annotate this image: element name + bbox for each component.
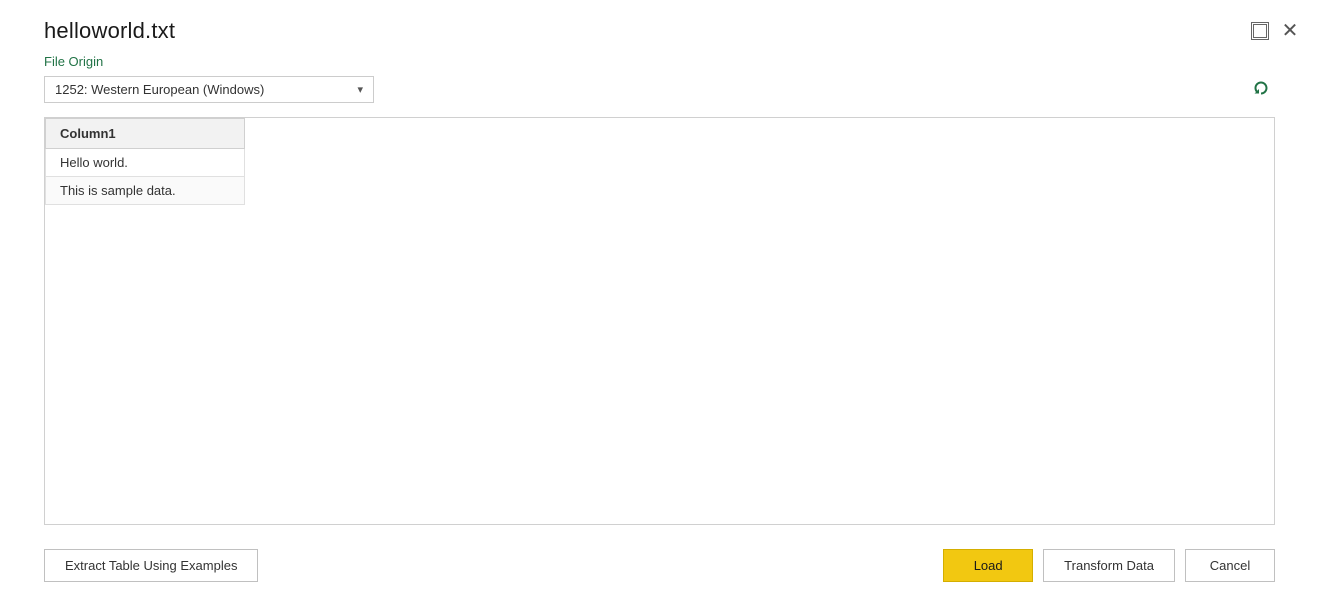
data-table: Column1 Hello world.This is sample data. <box>45 118 245 205</box>
maximize-button[interactable] <box>1251 22 1269 40</box>
file-origin-dropdown[interactable]: 1252: Western European (Windows) ▾ <box>44 76 374 103</box>
footer-left: Extract Table Using Examples <box>44 549 258 582</box>
footer: Extract Table Using Examples Load Transf… <box>0 539 1319 600</box>
load-button[interactable]: Load <box>943 549 1033 582</box>
refresh-icon <box>1250 78 1272 100</box>
cancel-button[interactable]: Cancel <box>1185 549 1275 582</box>
file-origin-label: File Origin <box>44 54 1275 69</box>
maximize-icon <box>1253 24 1267 38</box>
column1-header: Column1 <box>46 119 245 149</box>
table-row: This is sample data. <box>46 177 245 205</box>
footer-right: Load Transform Data Cancel <box>943 549 1275 582</box>
data-table-container[interactable]: Column1 Hello world.This is sample data. <box>44 117 1275 525</box>
close-icon: ✕ <box>1282 21 1299 41</box>
refresh-button[interactable] <box>1247 75 1275 103</box>
window-title: helloworld.txt <box>44 18 175 44</box>
chevron-down-icon: ▾ <box>357 83 363 96</box>
extract-table-button[interactable]: Extract Table Using Examples <box>44 549 258 582</box>
title-bar: helloworld.txt ✕ <box>0 0 1319 54</box>
table-cell-col1: Hello world. <box>46 149 245 177</box>
window: helloworld.txt ✕ File Origin 1252: Weste… <box>0 0 1319 600</box>
file-origin-selected-value: 1252: Western European (Windows) <box>55 82 264 97</box>
window-controls: ✕ <box>1251 22 1299 40</box>
file-origin-row: 1252: Western European (Windows) ▾ <box>44 75 1275 103</box>
table-cell-col1: This is sample data. <box>46 177 245 205</box>
close-button[interactable]: ✕ <box>1281 22 1299 40</box>
content-area: File Origin 1252: Western European (Wind… <box>0 54 1319 539</box>
transform-data-button[interactable]: Transform Data <box>1043 549 1175 582</box>
table-row: Hello world. <box>46 149 245 177</box>
